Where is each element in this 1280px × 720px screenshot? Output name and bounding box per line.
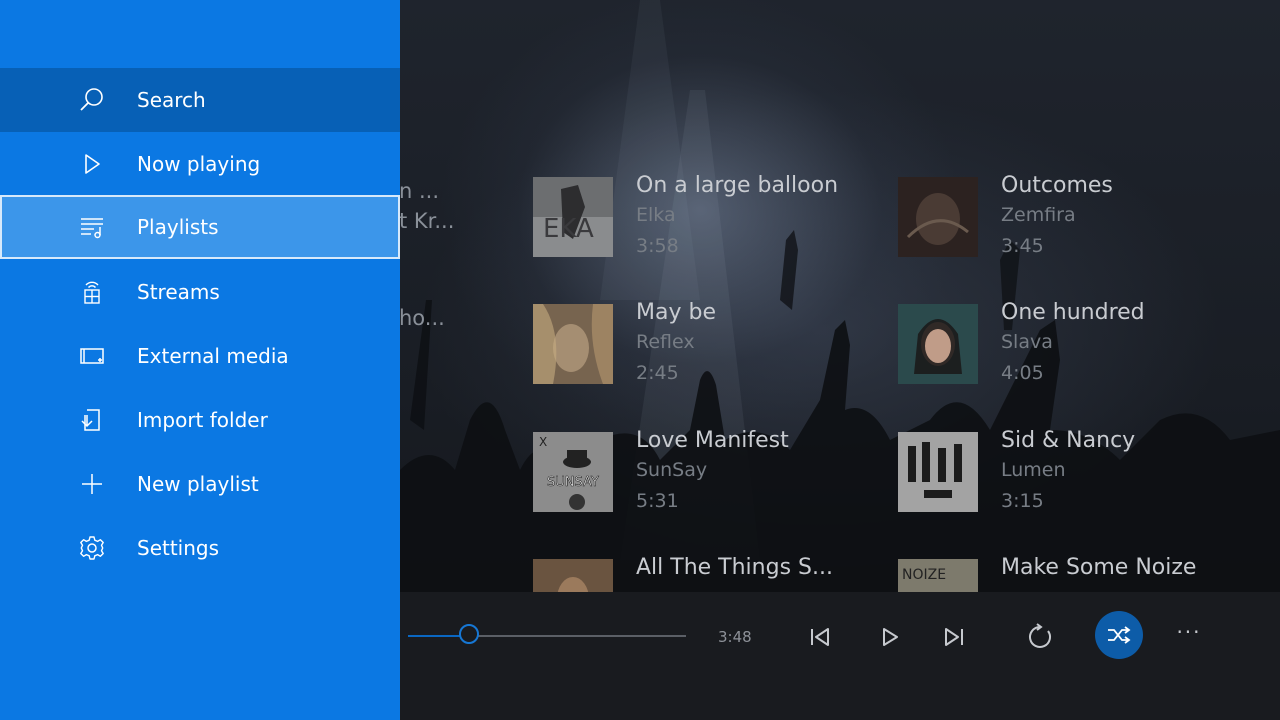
menu-item-label: Import folder — [137, 408, 268, 432]
import-folder-icon — [81, 409, 100, 431]
play-icon — [85, 154, 100, 174]
menu-item-label: External media — [137, 344, 289, 368]
shuffle-button[interactable] — [1095, 611, 1143, 659]
menu-item-label: New playlist — [137, 472, 259, 496]
previous-button[interactable] — [803, 620, 837, 654]
album-art — [898, 432, 978, 512]
song-tile[interactable]: Outcomes Zemfira 3:45 — [898, 173, 1238, 267]
song-duration: 3:45 — [1001, 235, 1044, 257]
search-icon — [80, 88, 103, 111]
svg-text:EKA: EKA — [543, 214, 594, 244]
song-artist: Slava — [1001, 331, 1053, 353]
song-artist: Reflex — [636, 331, 695, 353]
hidden-song-title: ho... — [399, 306, 445, 330]
album-art: EKA — [533, 177, 613, 257]
album-art — [898, 177, 978, 257]
menu-item-settings[interactable]: Settings — [0, 516, 400, 580]
gear-icon — [80, 536, 104, 560]
progress-thumb[interactable] — [459, 624, 480, 644]
song-duration: 4:05 — [1001, 362, 1044, 384]
play-button[interactable] — [873, 620, 907, 654]
song-artist: Lumen — [1001, 459, 1066, 481]
song-title: On a large balloon — [636, 173, 839, 198]
song-duration: 3:58 — [636, 235, 679, 257]
hidden-song-column: n ... t Kr... ho... — [399, 176, 459, 333]
next-icon — [945, 628, 963, 646]
song-tile[interactable]: One hundred Slava 4:05 — [898, 300, 1238, 394]
elapsed-time: 3:48 — [718, 628, 752, 646]
repeat-button[interactable] — [1023, 620, 1057, 654]
song-title: Outcomes — [1001, 173, 1113, 198]
hidden-song-artist: t Kr... — [399, 209, 455, 233]
menu-item-playlists[interactable]: Playlists — [0, 195, 400, 259]
player-bar: 3:48 ··· — [400, 592, 1280, 720]
song-title: One hundred — [1001, 300, 1145, 325]
song-tile[interactable]: EKA On a large balloon Elka 3:58 — [533, 173, 873, 267]
menu-item-label: Settings — [137, 536, 220, 560]
menu-item-label: Streams — [137, 280, 220, 304]
navigation-menu: Search Now playing Playlists Streams Ext… — [0, 0, 400, 720]
menu-item-external-media[interactable]: External media — [0, 324, 400, 388]
next-button[interactable] — [937, 620, 971, 654]
song-duration: 5:31 — [636, 490, 679, 512]
song-title: Sid & Nancy — [1001, 428, 1136, 453]
streams-icon — [84, 281, 100, 304]
song-duration: 3:15 — [1001, 490, 1044, 512]
more-options-button[interactable]: ··· — [1172, 620, 1206, 654]
svg-text:NOIZE: NOIZE — [902, 567, 946, 583]
previous-icon — [811, 628, 829, 646]
song-tile[interactable]: X SUNSAY Love Manifest SunSay 5:31 — [533, 428, 873, 522]
song-duration: 2:45 — [636, 362, 679, 384]
song-artist: Zemfira — [1001, 204, 1076, 226]
hidden-song-title: n ... — [399, 179, 440, 203]
menu-item-search[interactable]: Search — [0, 68, 400, 132]
song-title: May be — [636, 300, 716, 325]
album-art — [533, 304, 613, 384]
song-title: Make Some Noize — [1001, 555, 1197, 580]
menu-item-import-folder[interactable]: Import folder — [0, 388, 400, 452]
svg-text:X: X — [539, 435, 547, 449]
plus-icon — [82, 474, 102, 494]
menu-item-streams[interactable]: Streams — [0, 260, 400, 324]
repeat-icon — [1029, 623, 1051, 648]
menu-item-label: Now playing — [137, 152, 261, 176]
song-title: All The Things S... — [636, 555, 833, 580]
playlist-icon — [81, 218, 103, 239]
external-media-icon — [80, 348, 104, 364]
play-icon — [883, 628, 898, 646]
menu-item-label: Playlists — [137, 215, 219, 239]
progress-slider[interactable] — [408, 624, 686, 644]
song-title: Love Manifest — [636, 428, 789, 453]
album-art: X SUNSAY — [533, 432, 613, 512]
shuffle-icon — [1108, 626, 1131, 644]
album-art — [898, 304, 978, 384]
song-tile[interactable]: May be Reflex 2:45 — [533, 300, 873, 394]
menu-item-now-playing[interactable]: Now playing — [0, 132, 400, 196]
menu-item-label: Search — [137, 88, 206, 112]
song-tile[interactable]: Sid & Nancy Lumen 3:15 — [898, 428, 1238, 522]
song-artist: SunSay — [636, 459, 708, 481]
svg-text:SUNSAY: SUNSAY — [547, 475, 599, 490]
menu-item-new-playlist[interactable]: New playlist — [0, 452, 400, 516]
song-artist: Elka — [636, 204, 676, 226]
